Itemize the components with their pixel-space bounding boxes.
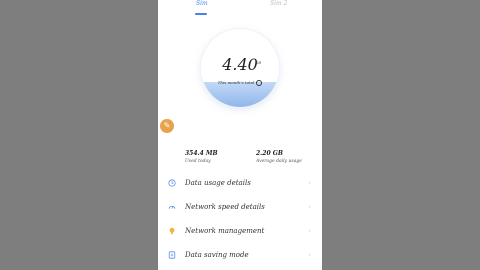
used-today-value: 354.4 MB (185, 150, 218, 157)
tab-sim-2[interactable]: Sim 2 (270, 0, 287, 7)
clock-icon (168, 179, 176, 187)
usage-total-unit: GB (255, 60, 262, 65)
menu-item-network-speed-details[interactable]: Network speed details › (158, 196, 322, 220)
chevron-right-icon: › (308, 227, 311, 235)
rocket-icon: ✎ (163, 121, 171, 130)
sim-tabs: Sim Sim 2 (158, 0, 322, 16)
speedometer-icon (168, 206, 176, 209)
info-icon[interactable] (256, 80, 263, 86)
tab-indicator (195, 13, 207, 15)
average-daily-value: 2.20 GB (256, 150, 283, 157)
lightbulb-icon (169, 227, 175, 235)
chevron-right-icon: › (308, 251, 311, 259)
used-today-stat: 354.4 MB Used today (185, 150, 218, 164)
menu-label: Data saving mode (185, 251, 249, 259)
left-letterbox (0, 0, 158, 270)
usage-caption-text: This month's total (217, 80, 255, 85)
usage-caption: This month's total (201, 80, 279, 86)
data-saving-icon (168, 251, 176, 259)
menu-label: Data usage details (185, 179, 251, 187)
chevron-right-icon: › (308, 179, 311, 187)
usage-gauge[interactable]: 4.40 GB This month's total (201, 29, 279, 107)
menu-label: Network speed details (185, 203, 265, 211)
average-daily-stat: 2.20 GB Average daily usage (256, 150, 302, 164)
usage-total-value: 4.40 (222, 55, 258, 74)
average-daily-label: Average daily usage (256, 159, 302, 164)
menu-item-data-saving-mode[interactable]: Data saving mode › (158, 244, 322, 268)
menu-label: Network management (185, 227, 265, 235)
tab-sim-1[interactable]: Sim (196, 0, 208, 7)
floating-ball-button[interactable]: ✎ (160, 119, 174, 133)
data-usage-screen: Sim Sim 2 4.40 GB This month's total 354… (158, 0, 322, 270)
menu-item-data-usage-details[interactable]: Data usage details › (158, 172, 322, 196)
right-letterbox (322, 0, 480, 270)
used-today-label: Used today (185, 159, 211, 164)
chevron-right-icon: › (308, 203, 311, 211)
menu-item-network-management[interactable]: Network management › (158, 220, 322, 244)
